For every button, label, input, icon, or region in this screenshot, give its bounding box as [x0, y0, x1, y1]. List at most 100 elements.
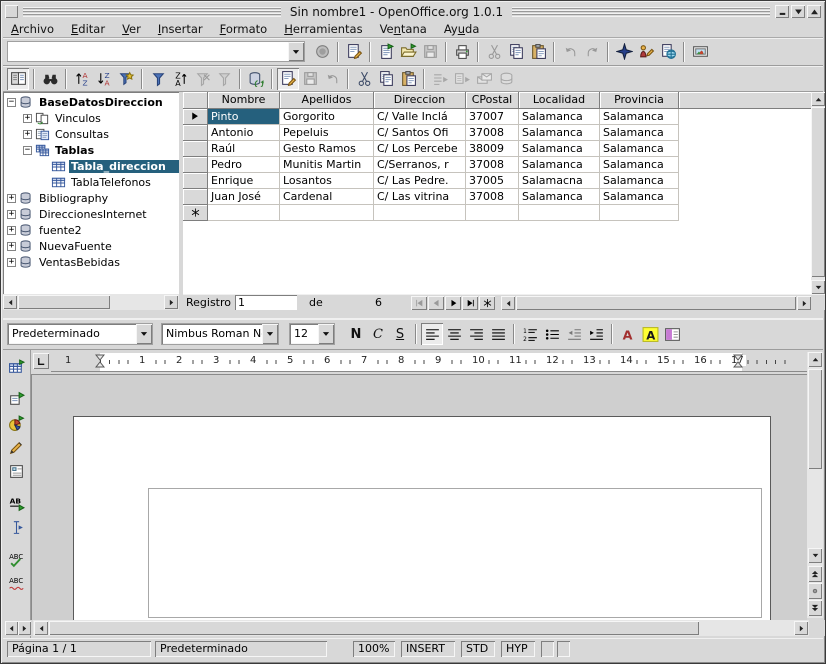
row-header[interactable] — [183, 157, 208, 173]
grid-cell[interactable]: Pinto — [208, 109, 280, 125]
grid-cell-empty[interactable] — [280, 205, 374, 221]
tree-item-nuevafuente[interactable]: +NuevaFuente — [3, 238, 179, 254]
navigator-button[interactable] — [613, 41, 635, 63]
increase-indent-button[interactable] — [585, 323, 607, 345]
insert-table-button[interactable] — [6, 356, 28, 378]
grid-vertical-scrollbar[interactable] — [811, 92, 825, 294]
grid-cell[interactable]: 37005 — [466, 173, 519, 189]
explorer-horizontal-scrollbar[interactable] — [3, 294, 179, 310]
grid-cell[interactable]: Enrique — [208, 173, 280, 189]
expand-icon[interactable]: + — [7, 258, 16, 267]
navigation-button[interactable] — [808, 583, 822, 599]
row-header[interactable] — [183, 173, 208, 189]
autofilter-button[interactable] — [115, 68, 137, 90]
toolbar-scroll-left-icon[interactable] — [5, 621, 18, 635]
data-to-fields-button[interactable] — [451, 68, 473, 90]
grid-cell[interactable]: Salamanca — [519, 109, 600, 125]
collapse-icon[interactable]: − — [7, 98, 16, 107]
scroll-down-icon[interactable] — [811, 280, 825, 294]
expand-icon[interactable]: + — [7, 210, 16, 219]
grid-cell[interactable]: C/Serranos, r — [374, 157, 466, 173]
record-number-input[interactable]: 1 — [235, 295, 297, 310]
grid-cell-empty[interactable] — [466, 205, 519, 221]
highlighting-button[interactable]: A — [639, 323, 661, 345]
align-right-button[interactable] — [465, 323, 487, 345]
grid-cell[interactable]: Salamanca — [519, 141, 600, 157]
window-menu-icon[interactable] — [5, 5, 18, 18]
hyperlink-dialog-button[interactable] — [657, 41, 679, 63]
grid-cell[interactable]: Juan José — [208, 189, 280, 205]
tree-item-tablatelefonos[interactable]: TablaTelefonos — [3, 174, 179, 190]
expand-icon[interactable]: + — [7, 226, 16, 235]
undo-button[interactable] — [559, 41, 581, 63]
tree-item-bibliography[interactable]: +Bibliography — [3, 190, 179, 206]
find-record-button[interactable] — [39, 68, 61, 90]
grid-cell[interactable]: Salamanca — [519, 157, 600, 173]
paste-button[interactable] — [527, 41, 549, 63]
stop-button[interactable] — [311, 41, 333, 63]
grid-cell[interactable]: Salamanca — [519, 125, 600, 141]
grid-cell[interactable]: C/ Santos Ofi — [374, 125, 466, 141]
status-insert-mode[interactable]: INSERT — [401, 641, 455, 657]
size-dropdown-button[interactable] — [318, 324, 334, 344]
row-header[interactable] — [183, 189, 208, 205]
stylist-button[interactable] — [635, 41, 657, 63]
menu-insertar[interactable]: Insertar — [158, 22, 203, 36]
grid-corner-cell[interactable] — [183, 92, 208, 109]
tree-item-tablas[interactable]: −Tablas — [3, 142, 179, 158]
last-record-button[interactable] — [462, 296, 478, 310]
menu-ayuda[interactable]: Ayuda — [444, 22, 480, 36]
default-filter-button[interactable] — [147, 68, 169, 90]
cut-button[interactable] — [353, 68, 375, 90]
style-dropdown-button[interactable] — [136, 324, 152, 344]
grid-cell[interactable]: Antonio — [208, 125, 280, 141]
paragraph-style-combobox[interactable]: Predeterminado — [7, 323, 153, 345]
grid-cell[interactable]: Gesto Ramos — [280, 141, 374, 157]
minimize-button[interactable] — [775, 5, 789, 18]
maximize-button[interactable] — [807, 5, 821, 18]
scrollbar-thumb[interactable] — [49, 621, 699, 635]
column-header-cpostal[interactable]: CPostal — [466, 92, 519, 109]
save-record-button[interactable] — [299, 68, 321, 90]
scroll-left-icon[interactable] — [34, 621, 48, 635]
italic-button[interactable]: C — [367, 323, 389, 345]
save-button[interactable] — [419, 41, 441, 63]
redo-button[interactable] — [581, 41, 603, 63]
grid-cell[interactable]: Salamanca — [600, 189, 679, 205]
sort-button[interactable]: ZA — [169, 68, 191, 90]
column-header-apellidos[interactable]: Apellidos — [280, 92, 374, 109]
scroll-right-icon[interactable] — [164, 295, 178, 309]
align-left-button[interactable] — [421, 323, 443, 345]
tree-item-vinculos[interactable]: +Vinculos — [3, 110, 179, 126]
menu-formato[interactable]: Formato — [220, 22, 268, 36]
menu-ver[interactable]: Ver — [122, 22, 141, 36]
paragraph-background-button[interactable] — [661, 323, 683, 345]
explorer-onoff-button[interactable] — [7, 68, 29, 90]
grid-cell[interactable]: 38009 — [466, 141, 519, 157]
grid-cell[interactable]: Pedro — [208, 157, 280, 173]
horizontal-ruler[interactable]: 1 1234567891011121314151617 — [51, 352, 807, 372]
menu-herramientas[interactable]: Herramientas — [284, 22, 362, 36]
document-viewport[interactable] — [31, 374, 807, 620]
tree-item-direccionesinternet[interactable]: +DireccionesInternet — [3, 206, 179, 222]
grid-cell[interactable]: C/ Los Percebe — [374, 141, 466, 157]
first-record-button[interactable] — [411, 296, 427, 310]
previous-record-button[interactable] — [428, 296, 444, 310]
sort-ascending-button[interactable]: AZ — [71, 68, 93, 90]
grid-cell[interactable]: C/ Las vitrina — [374, 189, 466, 205]
decrease-indent-button[interactable] — [563, 323, 585, 345]
horizontal-scrollbar[interactable] — [3, 620, 825, 636]
grid-horizontal-scrollbar[interactable] — [516, 296, 796, 310]
column-header-direccion[interactable]: Direccion — [374, 92, 466, 109]
copy-button[interactable] — [505, 41, 527, 63]
scrollbar-thumb[interactable] — [811, 107, 825, 277]
font-size-combobox[interactable]: 12 — [289, 323, 335, 345]
grid-cell[interactable]: 37007 — [466, 109, 519, 125]
gallery-button[interactable] — [689, 41, 711, 63]
text-frame[interactable] — [148, 488, 762, 618]
align-justify-button[interactable] — [487, 323, 509, 345]
grid-cell-empty[interactable] — [374, 205, 466, 221]
bullet-list-button[interactable] — [541, 323, 563, 345]
expand-icon[interactable]: + — [23, 114, 32, 123]
column-header-localidad[interactable]: Localidad — [519, 92, 600, 109]
